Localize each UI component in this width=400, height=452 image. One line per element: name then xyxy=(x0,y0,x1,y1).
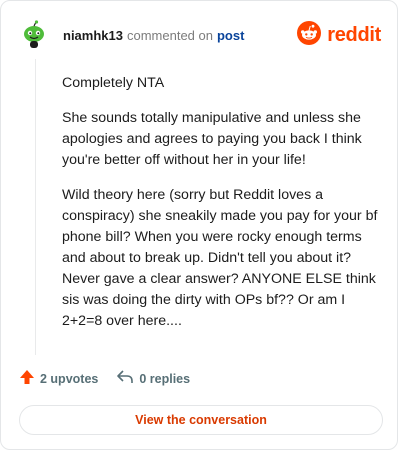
snoo-avatar-icon[interactable] xyxy=(19,20,49,50)
comment-header: niamhk13 commented on post reddit xyxy=(19,19,381,51)
reply-count: 0 replies xyxy=(139,371,191,386)
reply-arrow-icon xyxy=(116,369,134,388)
upvote-arrow-icon xyxy=(19,369,35,388)
reddit-logo-icon xyxy=(297,20,322,50)
comment-footer: 2 upvotes 0 replies xyxy=(19,369,190,388)
upvote-button[interactable]: 2 upvotes xyxy=(19,369,98,388)
comment-paragraph: Completely NTA xyxy=(62,75,165,91)
reddit-brand[interactable]: reddit xyxy=(297,20,381,50)
view-conversation-button[interactable]: View the conversation xyxy=(19,405,383,435)
comment-body: Completely NTA She sounds totally manipu… xyxy=(62,73,382,346)
comment-card: niamhk13 commented on post reddit Comple… xyxy=(0,0,398,450)
replies-button[interactable]: 0 replies xyxy=(116,369,190,388)
action-text: commented on xyxy=(126,27,213,43)
username[interactable]: niamhk13 xyxy=(63,28,123,43)
thread-line xyxy=(35,59,36,355)
upvote-count: 2 upvotes xyxy=(40,371,99,386)
comment-meta: niamhk13 commented on post xyxy=(63,28,244,43)
reddit-wordmark: reddit xyxy=(327,23,381,46)
comment-paragraph: She sounds totally manipulative and unle… xyxy=(62,110,362,168)
comment-paragraph: Wild theory here (sorry but Reddit loves… xyxy=(62,187,378,329)
post-link[interactable]: post xyxy=(217,28,244,43)
